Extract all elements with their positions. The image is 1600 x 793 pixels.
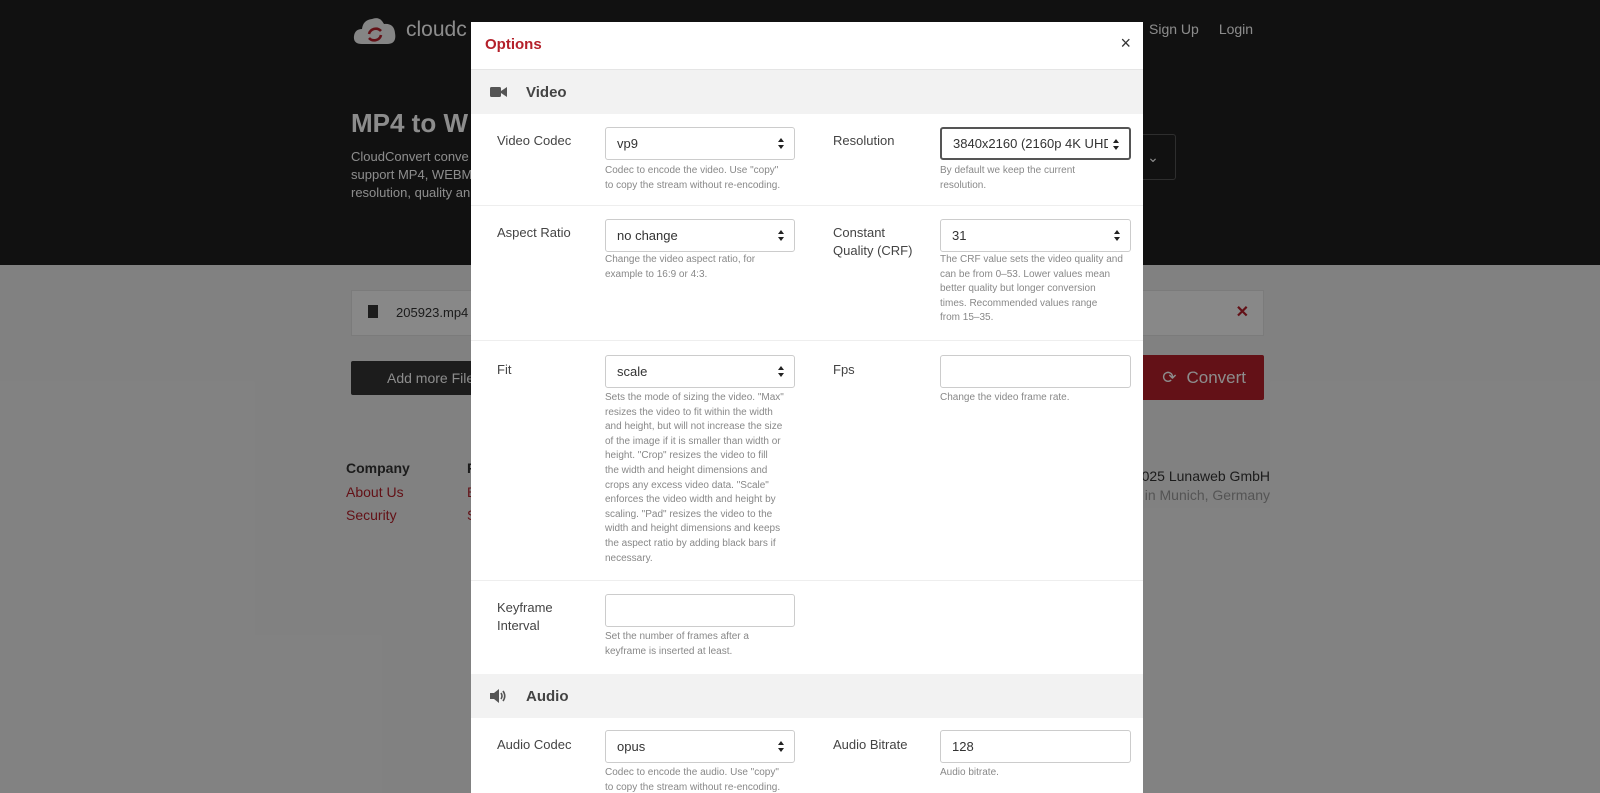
- help-line: and height, but will not increase the si…: [605, 421, 783, 433]
- options-row: Keyframe Interval Set the number of fram…: [471, 581, 1143, 674]
- resolution-select[interactable]: 3840x2160 (2160p 4K UHD): [940, 127, 1131, 160]
- fps-input[interactable]: [940, 355, 1131, 388]
- video-codec-value: vp9: [617, 136, 638, 151]
- help-line: to copy the stream without re-encoding.: [605, 179, 781, 191]
- video-camera-icon: [490, 87, 507, 97]
- keyframe-label: Keyframe Interval: [497, 599, 553, 635]
- help-line: crops any excess video data. "Scale": [605, 479, 769, 491]
- help-line: Change the video aspect ratio, for: [605, 254, 756, 265]
- help-line: the aspect ratio by adding black bars if: [605, 537, 776, 549]
- audio-codec-label: Audio Codec: [497, 737, 572, 752]
- help-line: from 15–35.: [940, 312, 994, 324]
- help-line: Set the number of frames after a: [605, 631, 749, 642]
- help-line: Audio bitrate.: [940, 767, 999, 778]
- fit-select[interactable]: scale: [605, 355, 795, 388]
- options-row: Fit scale Sets the mode of sizing the vi…: [471, 341, 1143, 581]
- help-line: keyframe is inserted at least.: [605, 645, 733, 657]
- help-line: The CRF value sets the video quality and: [940, 254, 1123, 265]
- keyframe-help: Set the number of frames after a keyfram…: [605, 630, 805, 659]
- audio-bitrate-input[interactable]: 128: [940, 730, 1131, 763]
- crf-label-line: Constant: [833, 225, 886, 240]
- audio-bitrate-value: 128: [952, 739, 974, 754]
- video-codec-label: Video Codec: [497, 133, 572, 148]
- keyframe-label-line: Interval: [497, 618, 540, 633]
- keyframe-label-line: Keyframe: [497, 600, 553, 615]
- video-section-header: Video: [471, 70, 1143, 114]
- aspect-ratio-help: Change the video aspect ratio, for examp…: [605, 253, 805, 282]
- audio-codec-help: Codec to encode the audio. Use "copy" to…: [605, 766, 805, 793]
- help-line: to copy the stream without re-encoding.: [605, 781, 781, 793]
- resolution-label: Resolution: [833, 133, 895, 148]
- help-line: enforces the video width and height by: [605, 494, 776, 506]
- help-line: Change the video frame rate.: [940, 392, 1070, 403]
- options-row: Audio Codec opus Codec to encode the aud…: [471, 718, 1143, 793]
- help-line: resizes the video to fit within the widt…: [605, 406, 773, 418]
- audio-bitrate-help: Audio bitrate.: [940, 766, 1135, 781]
- audio-bitrate-label: Audio Bitrate: [833, 737, 908, 752]
- crf-label-line: Quality (CRF): [833, 243, 913, 258]
- audio-codec-value: opus: [617, 739, 646, 754]
- crf-value: 31: [952, 228, 967, 243]
- video-codec-select[interactable]: vp9: [605, 127, 795, 160]
- close-icon[interactable]: ×: [1120, 33, 1131, 54]
- video-section-title: Video: [526, 83, 567, 101]
- help-line: example to 16:9 or 4:3.: [605, 268, 708, 280]
- fit-help: Sets the mode of sizing the video. "Max"…: [605, 391, 805, 566]
- help-line: scaling. "Pad" resizes the video to the: [605, 508, 773, 520]
- help-line: By default we keep the current: [940, 165, 1076, 176]
- help-line: times. Recommended values range: [940, 297, 1098, 309]
- help-line: resolution.: [940, 179, 987, 191]
- modal-header: Options ×: [471, 22, 1143, 70]
- audio-section-title: Audio: [526, 687, 569, 705]
- audio-section-header: Audio: [471, 674, 1143, 718]
- help-line: can be from 0–53. Lower values mean: [940, 268, 1111, 280]
- options-row: Aspect Ratio no change Change the video …: [471, 206, 1143, 341]
- speaker-icon: [490, 689, 506, 703]
- aspect-ratio-value: no change: [617, 228, 678, 243]
- modal-title: Options: [485, 36, 542, 53]
- help-line: width and height dimensions and keeps: [605, 523, 781, 535]
- audio-codec-select[interactable]: opus: [605, 730, 795, 763]
- crf-select[interactable]: 31: [940, 219, 1131, 252]
- help-line: the width and height dimensions and: [605, 464, 768, 476]
- help-line: height. "Crop" resizes the video to fill: [605, 450, 768, 462]
- resolution-value: 3840x2160 (2160p 4K UHD): [953, 136, 1108, 151]
- options-row: Video Codec vp9 Codec to encode the vide…: [471, 114, 1143, 206]
- options-modal: Options × Video Video Codec vp9 Codec to…: [471, 22, 1143, 793]
- help-line: Codec to encode the audio. Use "copy": [605, 767, 779, 778]
- aspect-ratio-select[interactable]: no change: [605, 219, 795, 252]
- help-line: better quality but longer conversion: [940, 283, 1096, 295]
- aspect-ratio-label: Aspect Ratio: [497, 225, 571, 240]
- crf-help: The CRF value sets the video quality and…: [940, 253, 1135, 326]
- resolution-help: By default we keep the current resolutio…: [940, 164, 1135, 193]
- help-line: necessary.: [605, 552, 653, 564]
- help-line: Sets the mode of sizing the video. "Max": [605, 392, 784, 403]
- crf-label: Constant Quality (CRF): [833, 224, 912, 260]
- fps-label: Fps: [833, 362, 855, 377]
- fps-help: Change the video frame rate.: [940, 391, 1135, 406]
- help-line: of the image if it is smaller than width…: [605, 435, 781, 447]
- keyframe-interval-input[interactable]: [605, 594, 795, 627]
- help-line: Codec to encode the video. Use "copy": [605, 165, 779, 176]
- video-codec-help: Codec to encode the video. Use "copy" to…: [605, 164, 805, 193]
- fit-value: scale: [617, 364, 648, 379]
- fit-label: Fit: [497, 362, 512, 377]
